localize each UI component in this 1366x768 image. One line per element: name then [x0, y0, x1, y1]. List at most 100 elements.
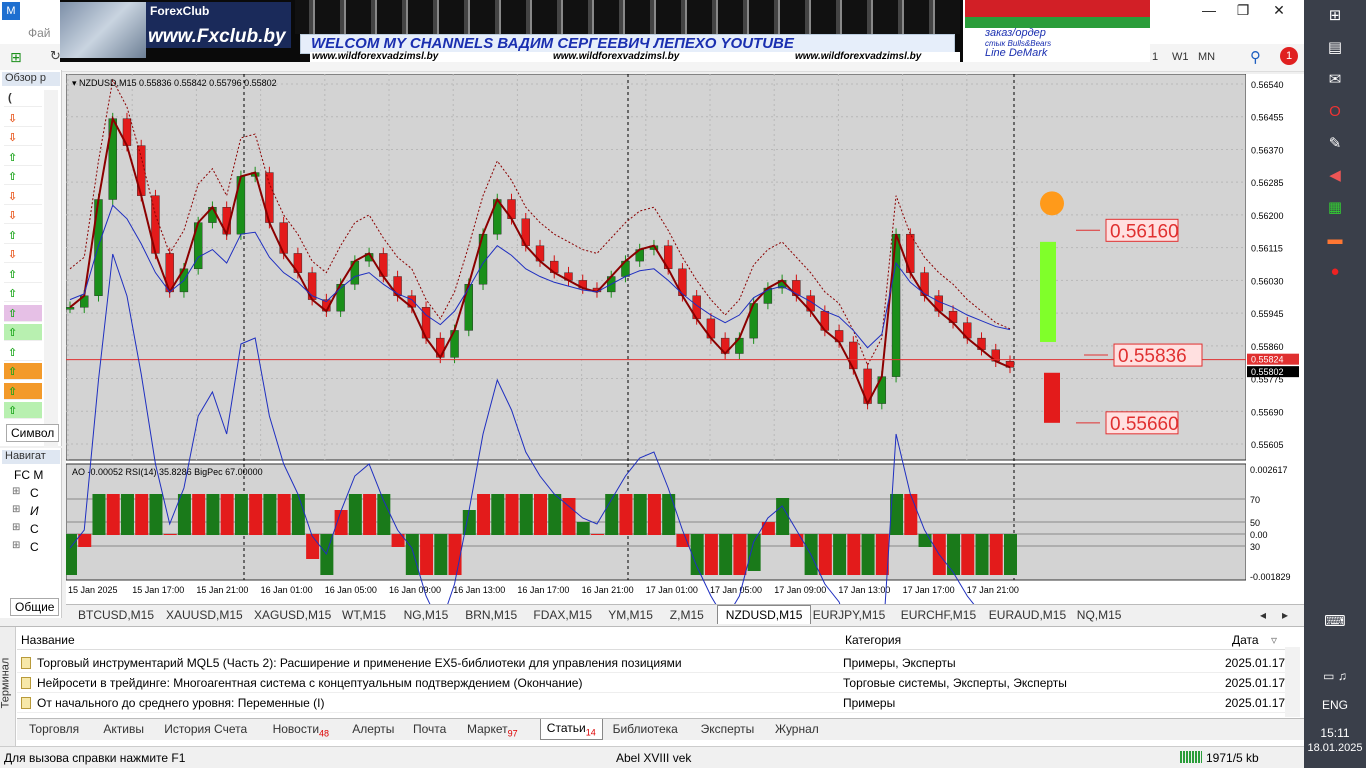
- terminal-scrollbar[interactable]: [1285, 647, 1300, 717]
- chart-tab[interactable]: FDAX,M15: [533, 608, 592, 622]
- ad-banner[interactable]: ForexClub www.Fxclub.by WELCOM MY CHANNE…: [60, 0, 1150, 62]
- navigator-item[interactable]: С: [30, 540, 39, 554]
- new-order-icon[interactable]: ⊞: [10, 49, 22, 66]
- outlook-icon[interactable]: ✉: [1321, 68, 1349, 92]
- market-watch-row[interactable]: ⇧: [4, 304, 42, 322]
- chart-tab[interactable]: NG,M15: [404, 608, 449, 622]
- chart-tab[interactable]: NQ,M15: [1077, 608, 1122, 622]
- terminal-app-icon[interactable]: ▬: [1321, 228, 1349, 252]
- tab-common[interactable]: Общие: [10, 598, 60, 616]
- status-traffic: 1971/5 kb: [1206, 751, 1259, 765]
- chart-tab[interactable]: XAUUSD,M15: [166, 608, 243, 622]
- terminal-tab[interactable]: Торговля: [29, 722, 79, 736]
- chart-tab[interactable]: WT,M15: [342, 608, 386, 622]
- market-watch-row[interactable]: ⇧: [4, 324, 42, 341]
- chart-tab[interactable]: BTCUSD,M15: [78, 608, 154, 622]
- terminal-tab[interactable]: Активы: [103, 722, 144, 736]
- terminal-tab[interactable]: Библиотека: [613, 722, 678, 736]
- market-watch-row[interactable]: ⇧: [4, 148, 42, 166]
- table-row[interactable]: Нейросети в трейдинге: Многоагентная сис…: [17, 673, 1285, 693]
- terminal-tab[interactable]: Почта: [413, 722, 446, 736]
- chart-tab[interactable]: Z,M15: [670, 608, 704, 622]
- scroll-right-icon[interactable]: ▸: [1282, 608, 1288, 622]
- price-tick-label: 0.56370: [1251, 145, 1284, 155]
- language-indicator[interactable]: ENG: [1304, 698, 1366, 712]
- market-watch-row[interactable]: ⇧: [4, 285, 42, 302]
- timeframe-button-mn[interactable]: MN: [1198, 51, 1215, 63]
- ao-bar: [363, 494, 377, 535]
- explorer-icon[interactable]: ▤: [1321, 36, 1349, 60]
- chart-tab[interactable]: EURAUD,M15: [989, 608, 1066, 622]
- timeframe-button-w1[interactable]: W1: [1172, 51, 1189, 63]
- market-watch-row[interactable]: (: [4, 90, 42, 107]
- price-chart[interactable]: 0.56540 0.56455 0.56370 0.56285 0.56200 0.561…: [64, 73, 1304, 700]
- market-watch-row[interactable]: ⇩: [4, 187, 42, 205]
- terminal-tab[interactable]: Алерты: [352, 722, 394, 736]
- scroll-left-icon[interactable]: ◂: [1260, 608, 1266, 622]
- restore-button[interactable]: ❐: [1226, 0, 1260, 20]
- market-watch-row[interactable]: ⇧: [4, 402, 42, 419]
- column-date[interactable]: Дата: [1232, 633, 1259, 647]
- article-title: Нейросети в трейдинге: Многоагентная сис…: [37, 676, 583, 690]
- opera-icon[interactable]: O: [1321, 100, 1349, 124]
- expand-icon[interactable]: ⊞: [12, 540, 20, 551]
- column-name[interactable]: Название: [21, 633, 75, 647]
- up-arrow-icon: ⇧: [8, 229, 18, 242]
- forecast-up-bar: [1040, 241, 1056, 342]
- ao-bar: [875, 534, 889, 575]
- chart-tab[interactable]: YM,M15: [608, 608, 653, 622]
- keyboard-icon[interactable]: ⌨: [1321, 610, 1349, 634]
- navigator-item[interactable]: И: [30, 504, 39, 518]
- tab-symbol[interactable]: Символ: [6, 424, 60, 442]
- sort-icon[interactable]: ▿: [1271, 633, 1277, 647]
- close-button[interactable]: ✕: [1262, 0, 1296, 20]
- terminal-tab[interactable]: Новости48: [273, 722, 329, 738]
- indicator-tick-label: 0.002617: [1250, 465, 1288, 475]
- terminal-tab[interactable]: Статьи14: [539, 719, 603, 741]
- market-watch-row[interactable]: ⇧: [4, 343, 42, 361]
- calculator-icon[interactable]: ▦: [1321, 196, 1349, 220]
- start-icon[interactable]: ⊞: [1321, 4, 1349, 28]
- terminal-tab[interactable]: История Счета: [164, 722, 247, 736]
- clock-time[interactable]: 15:11: [1304, 726, 1366, 740]
- terminal-tab[interactable]: Журнал: [775, 722, 819, 736]
- tab-badge: 48: [319, 728, 330, 739]
- clock-date[interactable]: 18.01.2025: [1304, 742, 1366, 754]
- timeframe-button-1[interactable]: 1: [1152, 51, 1158, 63]
- chart-window[interactable]: 0.56540 0.56455 0.56370 0.56285 0.56200 0.561…: [64, 73, 1304, 700]
- table-row[interactable]: От начального до среднего уровня: Переме…: [17, 693, 1285, 713]
- market-watch-row[interactable]: ⇩: [4, 246, 42, 263]
- terminal-tab[interactable]: Эксперты: [701, 722, 755, 736]
- market-watch-row[interactable]: ⇧: [4, 382, 42, 400]
- expand-icon[interactable]: ⊞: [12, 504, 20, 515]
- paint-icon[interactable]: ✎: [1321, 132, 1349, 156]
- market-watch-row[interactable]: ⇩: [4, 109, 42, 127]
- chart-tab[interactable]: EURCHF,M15: [901, 608, 976, 622]
- network-icon[interactable]: ▭ ♫: [1321, 664, 1349, 688]
- ao-bar: [448, 534, 462, 575]
- market-watch-row[interactable]: ⇩: [4, 207, 42, 224]
- market-watch-row[interactable]: ⇩: [4, 129, 42, 146]
- chart-tab[interactable]: XAGUSD,M15: [254, 608, 331, 622]
- expand-icon[interactable]: ⊞: [12, 522, 20, 533]
- search-icon[interactable]: ⚲: [1250, 48, 1261, 66]
- chart-tab[interactable]: BRN,M15: [465, 608, 517, 622]
- navigator-item[interactable]: С: [30, 522, 39, 536]
- sound-icon[interactable]: ◀: [1321, 164, 1349, 188]
- menu-file[interactable]: Фай: [28, 26, 51, 40]
- navigator-root[interactable]: FC M: [14, 468, 43, 482]
- market-watch-row[interactable]: ⇧: [4, 168, 42, 185]
- chart-tab[interactable]: EURJPY,M15: [813, 608, 885, 622]
- expand-icon[interactable]: ⊞: [12, 486, 20, 497]
- table-row[interactable]: Торговый инструментарий MQL5 (Часть 2): …: [17, 653, 1285, 673]
- market-watch-row[interactable]: ⇧: [4, 226, 42, 244]
- column-category[interactable]: Категория: [845, 633, 901, 647]
- chart-tab[interactable]: NZDUSD,M15: [716, 605, 812, 624]
- notification-badge[interactable]: 1: [1280, 47, 1298, 65]
- record-icon[interactable]: ●: [1321, 260, 1349, 284]
- market-watch-row[interactable]: ⇧: [4, 363, 42, 380]
- minimize-button[interactable]: —: [1192, 0, 1226, 20]
- navigator-item[interactable]: С: [30, 486, 39, 500]
- terminal-tab[interactable]: Маркет97: [467, 722, 518, 738]
- market-watch-row[interactable]: ⇧: [4, 265, 42, 283]
